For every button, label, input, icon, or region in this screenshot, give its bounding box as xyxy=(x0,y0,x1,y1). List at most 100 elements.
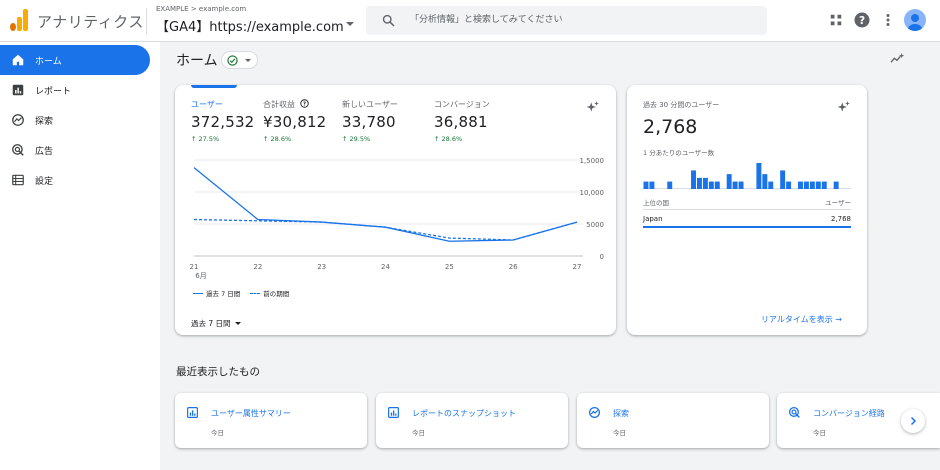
account-breadcrumb[interactable]: EXAMPLE > example.com xyxy=(156,5,246,13)
recent-item-explore[interactable]: 探索 今日 xyxy=(577,393,769,448)
sidebar-item-ads[interactable]: 広告 xyxy=(0,135,150,165)
view-realtime-link[interactable]: リアルタイムを表示 → xyxy=(761,314,842,325)
search-input[interactable] xyxy=(410,11,750,29)
recent-item-title: コンバージョン経路 xyxy=(813,409,885,418)
account-avatar-icon[interactable] xyxy=(904,9,926,31)
status-badge[interactable] xyxy=(221,51,258,69)
minute-bar[interactable] xyxy=(833,181,839,189)
x-tick-label: 26 xyxy=(509,263,518,271)
country-name: Japan xyxy=(643,215,663,223)
legend-label: 過去 7 日間 xyxy=(206,290,241,298)
y-tick-label: 10,000 xyxy=(580,189,605,197)
top-bar: アナリティクス EXAMPLE > example.com 【GA4】https… xyxy=(0,0,940,42)
series-line-current xyxy=(193,167,578,242)
sidebar-item-home[interactable]: ホーム xyxy=(0,45,150,75)
recent-item-title: レポートのスナップショット xyxy=(412,409,516,418)
sidebar-item-reports[interactable]: レポート xyxy=(0,75,150,105)
minute-bar[interactable] xyxy=(732,181,738,189)
recent-item-title: ユーザー属性サマリー xyxy=(211,409,291,418)
sidebar: ホーム レポート 探索 広告 設定 xyxy=(0,42,160,470)
recent-item-date: 今日 xyxy=(412,429,425,437)
sidebar-item-explore[interactable]: 探索 xyxy=(0,105,150,135)
table-row[interactable]: Japan 2,768 xyxy=(643,215,851,223)
minute-bar[interactable] xyxy=(803,181,809,189)
x-tick-label: 25 xyxy=(445,263,454,271)
sidebar-item-label: 設定 xyxy=(35,177,54,187)
minute-bar[interactable] xyxy=(821,181,827,189)
sidebar-item-label: 探索 xyxy=(35,117,54,127)
minute-bar[interactable] xyxy=(768,181,774,189)
x-tick-label: 23 xyxy=(317,263,326,271)
minute-bar[interactable] xyxy=(714,181,720,189)
check-circle-icon xyxy=(227,55,238,66)
minute-bar[interactable] xyxy=(708,181,714,189)
minute-bar[interactable] xyxy=(756,163,762,189)
property-selector[interactable]: 【GA4】https://example.com xyxy=(156,16,344,35)
chevron-right-icon xyxy=(910,416,917,426)
x-tick-label: 22 xyxy=(253,263,262,271)
more-vert-icon[interactable] xyxy=(879,11,897,29)
recent-item-date: 今日 xyxy=(211,429,224,437)
minute-bar[interactable] xyxy=(815,181,821,189)
row-share-bar xyxy=(643,226,851,228)
minute-bar[interactable] xyxy=(809,181,815,189)
sidebar-item-label: 広告 xyxy=(35,147,54,157)
legend-item-current: 過去 7 日間 xyxy=(193,288,240,298)
app-title: アナリティクス xyxy=(37,13,144,31)
country-users: 2,768 xyxy=(830,215,851,223)
minute-bar[interactable] xyxy=(798,181,803,189)
minute-bar[interactable] xyxy=(696,177,702,189)
x-tick-label: 21 xyxy=(190,263,199,271)
insights-icon[interactable] xyxy=(888,51,906,67)
minute-bar[interactable] xyxy=(643,181,649,189)
explore-icon xyxy=(588,406,601,419)
recent-item-date: 今日 xyxy=(613,429,626,437)
minute-bar[interactable] xyxy=(649,181,655,189)
minute-bar[interactable] xyxy=(726,174,732,189)
legend-label: 前の期間 xyxy=(263,290,290,298)
help-icon[interactable]: ? xyxy=(853,11,871,29)
minute-bar[interactable] xyxy=(691,170,696,189)
overview-card: ユーザー 372,532 ↑ 27.5% 合計収益 ? ¥30,812 ↑ 28… xyxy=(175,85,616,335)
x-tick-sublabel: 6月 xyxy=(195,272,206,280)
chevron-down-icon[interactable] xyxy=(346,22,354,26)
realtime-value: 2,768 xyxy=(643,116,698,138)
report-icon xyxy=(187,407,198,418)
y-tick-label: 1,5000 xyxy=(580,157,605,165)
sidebar-item-settings[interactable]: 設定 xyxy=(0,165,150,195)
minute-bar[interactable] xyxy=(738,181,744,189)
y-tick-label: 0 xyxy=(600,253,604,261)
x-tick-label: 27 xyxy=(573,263,582,271)
minute-bar[interactable] xyxy=(780,170,786,189)
recent-item-snapshot[interactable]: レポートのスナップショット 今日 xyxy=(376,393,568,448)
legend-swatch-solid xyxy=(193,292,203,294)
carousel-next-button[interactable] xyxy=(901,409,925,433)
realtime-sub-label: 1 分あたりのユーザー数 xyxy=(643,149,715,157)
search-bar[interactable] xyxy=(366,6,767,35)
sidebar-item-label: ホーム xyxy=(35,57,62,67)
settings-list-icon xyxy=(12,174,24,186)
minute-bar[interactable] xyxy=(786,181,792,189)
date-range-label: 過去 7 日間 xyxy=(191,319,231,328)
ads-target-icon xyxy=(12,144,24,156)
x-tick-label: 24 xyxy=(381,263,390,271)
apps-grid-icon[interactable] xyxy=(827,11,845,29)
analytics-logo-icon[interactable] xyxy=(10,9,28,31)
column-header-country: 上位の国 xyxy=(643,199,669,207)
minute-bar[interactable] xyxy=(702,177,708,189)
realtime-label: 過去 30 分間のユーザー xyxy=(643,101,720,109)
per-minute-bar-chart xyxy=(643,163,851,189)
y-tick-label: 5000 xyxy=(586,221,604,229)
caret-down-icon xyxy=(234,322,241,325)
date-range-selector[interactable]: 過去 7 日間 xyxy=(191,318,241,329)
sparkle-insights-icon[interactable] xyxy=(837,100,851,114)
chart-legend: 過去 7 日間 前の期間 xyxy=(193,288,289,298)
report-icon xyxy=(388,407,399,418)
page-title: ホーム xyxy=(176,53,218,69)
legend-swatch-dashed xyxy=(250,292,261,294)
recent-item-title: 探索 xyxy=(613,409,629,418)
recent-item-demographics[interactable]: ユーザー属性サマリー 今日 xyxy=(175,393,367,448)
realtime-card: 過去 30 分間のユーザー 2,768 1 分あたりのユーザー数 上位の国 ユー… xyxy=(627,85,867,335)
minute-bar[interactable] xyxy=(667,181,673,189)
minute-bar[interactable] xyxy=(762,174,768,189)
